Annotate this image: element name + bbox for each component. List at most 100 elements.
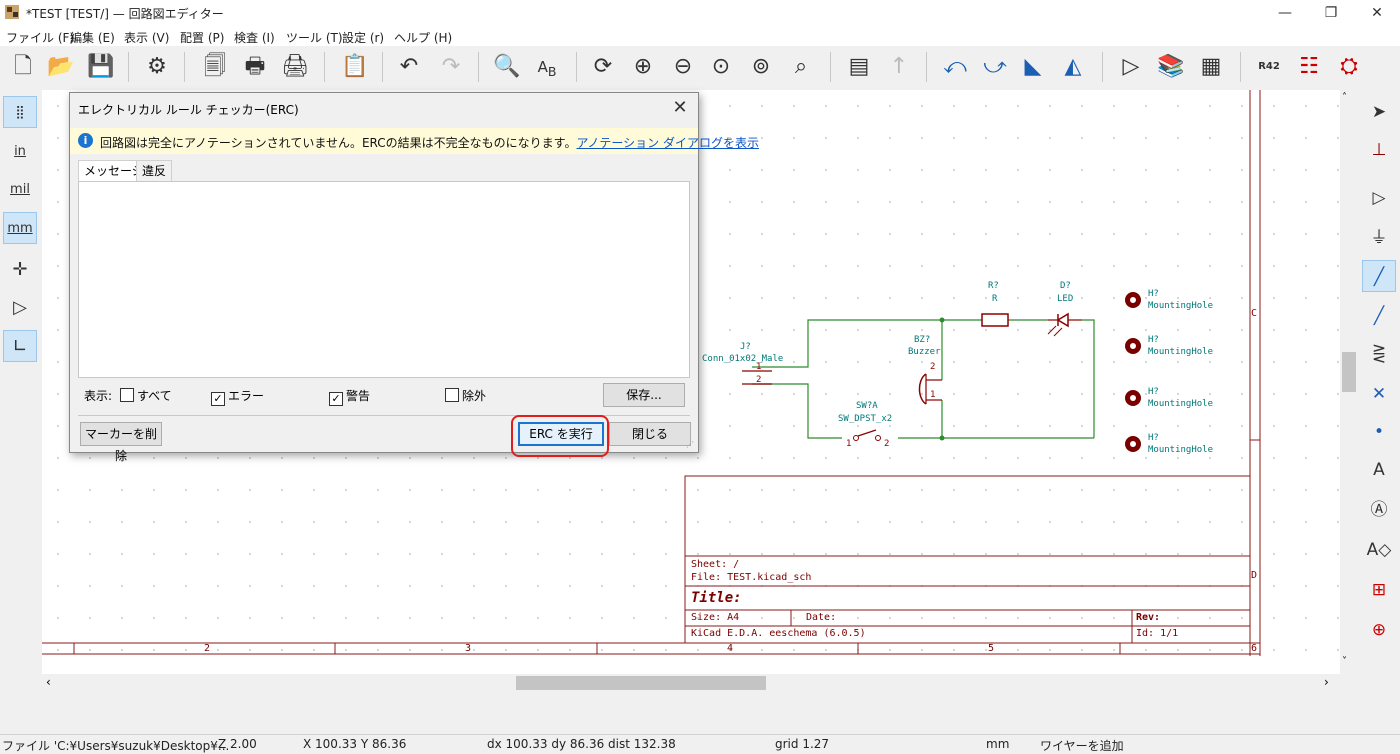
units-inch-button[interactable]: in bbox=[3, 136, 37, 168]
tab-violations[interactable]: 違反 bbox=[136, 160, 173, 181]
checkbox-box[interactable] bbox=[120, 388, 134, 402]
rotate-cw-icon[interactable]: ⤻ bbox=[978, 50, 1012, 84]
units-mm-button[interactable]: mm bbox=[3, 212, 37, 244]
add-sheet-icon[interactable]: ⊞ bbox=[1362, 574, 1396, 606]
add-bus-entry-icon[interactable]: ⋛ bbox=[1362, 338, 1396, 370]
minimize-button[interactable]: — bbox=[1262, 0, 1308, 26]
bom-icon[interactable]: ⛭ bbox=[1332, 50, 1366, 84]
plot-icon[interactable]: 🖨 bbox=[278, 50, 312, 84]
hidden-pins-icon[interactable]: ▷ bbox=[3, 292, 37, 324]
save-report-button[interactable]: 保存... bbox=[603, 383, 685, 407]
zoom-out-icon[interactable]: ⊖ bbox=[666, 50, 700, 84]
mounting-hole-ref: H? bbox=[1148, 433, 1159, 443]
menu-file[interactable]: ファイル (F) bbox=[6, 29, 74, 46]
led-ref: D? bbox=[1060, 281, 1071, 291]
zoom-selection-icon[interactable]: ⌕ bbox=[784, 50, 818, 84]
mirror-horizontal-icon[interactable]: ◭ bbox=[1056, 50, 1090, 84]
resize-grip-icon[interactable]: ⋰ bbox=[686, 440, 694, 449]
print-icon[interactable]: 🖶 bbox=[238, 50, 272, 84]
status-zoom: Z 2.00 bbox=[218, 737, 257, 751]
schematic-setup-icon[interactable]: ⚙ bbox=[140, 50, 174, 84]
open-folder-icon[interactable]: 📂 bbox=[44, 50, 78, 84]
scroll-up-icon[interactable]: ˄ bbox=[1342, 92, 1347, 103]
title-block-file: File: TEST.kicad_sch bbox=[691, 572, 812, 583]
redo-icon[interactable]: ↷ bbox=[434, 50, 468, 84]
select-tool-icon[interactable]: ➤ bbox=[1362, 96, 1396, 128]
no-connect-icon[interactable]: ✕ bbox=[1362, 378, 1396, 410]
add-global-label-icon[interactable]: Ⓐ bbox=[1362, 494, 1396, 526]
delete-markers-button[interactable]: マーカーを削除 bbox=[80, 422, 162, 463]
menu-place[interactable]: 配置 (P) bbox=[180, 29, 224, 46]
symbol-library-browser-icon[interactable]: 📚 bbox=[1154, 50, 1188, 84]
restore-button[interactable]: ❐ bbox=[1308, 0, 1354, 26]
add-power-icon[interactable]: ⏚ bbox=[1362, 222, 1396, 254]
status-bar: ファイル 'C:¥Users¥suzuk¥Desktop¥... Z 2.00 … bbox=[0, 734, 1400, 753]
orthogonal-wires-icon[interactable]: ∟ bbox=[3, 330, 37, 362]
zoom-in-icon[interactable]: ⊕ bbox=[626, 50, 660, 84]
filter-excluded-checkbox[interactable]: 除外 bbox=[445, 387, 486, 404]
units-mil-button[interactable]: mil bbox=[3, 174, 37, 206]
scroll-left-icon[interactable]: ‹ bbox=[46, 675, 51, 689]
highlight-net-icon[interactable]: ⊥ bbox=[1362, 134, 1396, 166]
symbol-editor-icon[interactable]: ▷ bbox=[1114, 50, 1148, 84]
add-bus-icon[interactable]: ╱ bbox=[1362, 300, 1396, 332]
annotate-icon[interactable]: R42 bbox=[1252, 50, 1286, 84]
menu-view[interactable]: 表示 (V) bbox=[124, 29, 169, 46]
mounting-hole-value: MountingHole bbox=[1148, 301, 1214, 311]
footprint-assignment-icon[interactable]: ▦ bbox=[1194, 50, 1228, 84]
undo-icon[interactable]: ↶ bbox=[392, 50, 426, 84]
toolbar-separator bbox=[1102, 52, 1103, 82]
dialog-close-icon[interactable]: ✕ bbox=[666, 95, 694, 121]
grid-toggle-icon[interactable]: ⣿ bbox=[3, 96, 37, 128]
paste-icon[interactable]: 📋 bbox=[338, 50, 372, 84]
add-symbol-icon[interactable]: ▷ bbox=[1362, 182, 1396, 214]
filter-all-checkbox[interactable]: すべて bbox=[120, 387, 172, 404]
find-icon[interactable]: 🔍 bbox=[490, 50, 524, 84]
scroll-right-icon[interactable]: › bbox=[1324, 675, 1329, 689]
checkbox-checked-icon[interactable]: ✓ bbox=[211, 392, 225, 406]
new-file-icon[interactable]: 🗋 bbox=[6, 50, 40, 84]
find-replace-icon[interactable]: AB bbox=[530, 50, 564, 84]
window-close-button[interactable]: ✕ bbox=[1354, 0, 1400, 26]
title-block-id: Id: 1/1 bbox=[1136, 628, 1179, 639]
vertical-scroll-thumb[interactable] bbox=[1342, 352, 1356, 392]
filter-errors-checkbox[interactable]: ✓ エラー bbox=[211, 387, 264, 406]
horizontal-scroll-thumb[interactable] bbox=[516, 676, 766, 690]
add-junction-icon[interactable]: • bbox=[1362, 416, 1396, 448]
menu-tools[interactable]: ツール (T) bbox=[286, 29, 343, 46]
add-label-icon[interactable]: A bbox=[1362, 454, 1396, 486]
save-icon[interactable]: 💾 bbox=[84, 50, 118, 84]
vertical-scrollbar[interactable]: ˄ ˅ bbox=[1340, 90, 1358, 674]
scroll-down-icon[interactable]: ˅ bbox=[1342, 656, 1347, 667]
run-erc-button[interactable]: ERC を実行 bbox=[518, 422, 604, 446]
menu-inspect[interactable]: 検査 (I) bbox=[234, 29, 275, 46]
refresh-icon[interactable]: ⟳ bbox=[586, 50, 620, 84]
menu-edit[interactable]: 編集 (E) bbox=[70, 29, 115, 46]
toolbar-separator bbox=[128, 52, 129, 82]
menu-help[interactable]: ヘルプ (H) bbox=[394, 29, 452, 46]
hierarchy-navigator-icon[interactable]: ▤ bbox=[842, 50, 876, 84]
mounting-hole-ref: H? bbox=[1148, 289, 1159, 299]
add-text-icon[interactable]: ⊕ bbox=[1362, 614, 1396, 646]
messages-panel[interactable] bbox=[78, 181, 690, 378]
filter-warnings-checkbox[interactable]: ✓ 警告 bbox=[329, 387, 370, 406]
led-value: LED bbox=[1057, 294, 1074, 304]
close-dialog-button[interactable]: 閉じる bbox=[609, 422, 691, 446]
menu-preferences[interactable]: 設定 (r) bbox=[342, 29, 384, 46]
mirror-vertical-icon[interactable]: ◣ bbox=[1016, 50, 1050, 84]
add-wire-icon[interactable]: ╱ bbox=[1362, 260, 1396, 292]
erc-icon[interactable]: ☷ bbox=[1292, 50, 1326, 84]
zoom-fit-icon[interactable]: ⊙ bbox=[704, 50, 738, 84]
add-hierarchical-label-icon[interactable]: A◇ bbox=[1362, 534, 1396, 566]
zoom-objects-icon[interactable]: ⊚ bbox=[744, 50, 778, 84]
page-settings-icon[interactable]: 🗐 bbox=[198, 50, 232, 84]
buzzer-pin-1: 1 bbox=[930, 390, 936, 400]
horizontal-scrollbar[interactable]: ‹ › bbox=[42, 674, 1358, 692]
checkbox-checked-icon[interactable]: ✓ bbox=[329, 392, 343, 406]
toolbar-separator bbox=[926, 52, 927, 82]
leave-sheet-icon[interactable]: ↑ bbox=[882, 50, 916, 84]
checkbox-box[interactable] bbox=[445, 388, 459, 402]
show-annotation-dialog-link[interactable]: アノテーション ダイアログを表示 bbox=[576, 136, 759, 150]
rotate-ccw-icon[interactable]: ⤺ bbox=[938, 50, 972, 84]
cursor-crosshair-icon[interactable]: ✛ bbox=[3, 254, 37, 286]
